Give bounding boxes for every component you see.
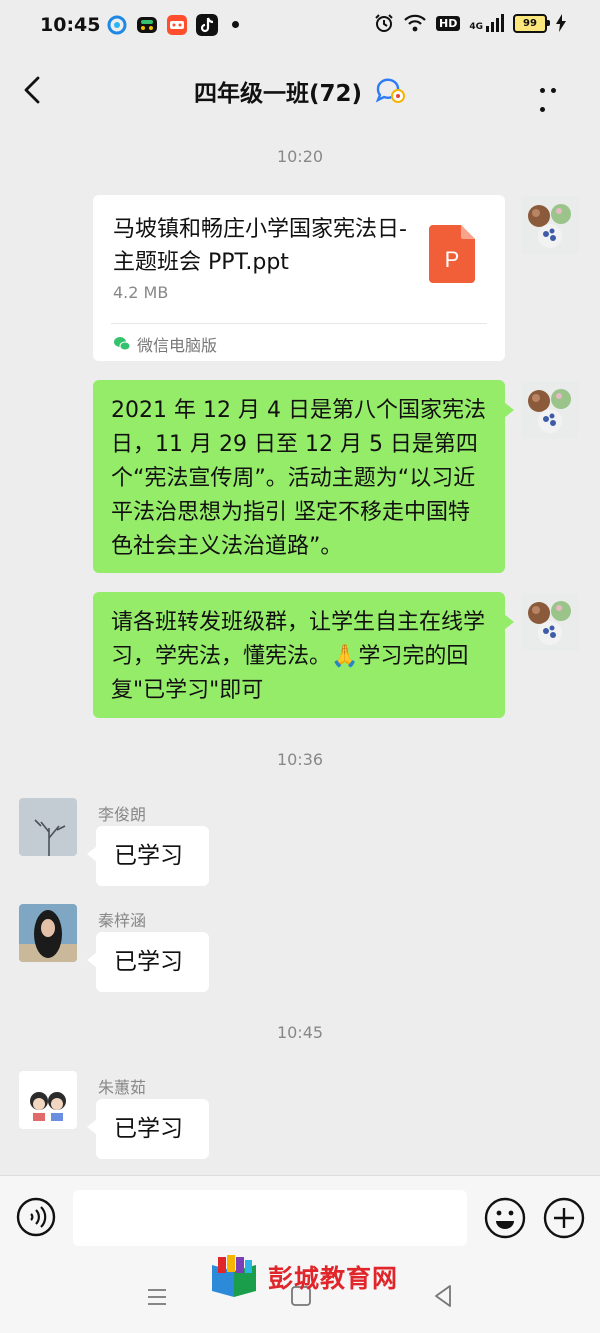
cellular-signal-icon: 4G	[469, 14, 504, 32]
my-avatar[interactable]	[521, 381, 579, 439]
my-avatar[interactable]	[521, 593, 579, 651]
contact-text-message[interactable]: 已学习	[87, 826, 209, 886]
contact-avatar[interactable]	[19, 1071, 77, 1129]
battery-icon: 99	[513, 13, 550, 33]
my-avatar[interactable]	[521, 196, 579, 254]
contact-avatar[interactable]	[19, 798, 77, 856]
video-app-icon	[137, 17, 157, 33]
nav-menu-icon[interactable]	[145, 1285, 169, 1309]
watermark-text: 彭城教育网	[268, 1264, 399, 1293]
ppt-file-icon: P	[429, 225, 475, 283]
plus-icon[interactable]	[543, 1197, 585, 1239]
status-bar: 10:45 HD 4G 99	[0, 0, 600, 54]
contact-text-message[interactable]: 已学习	[87, 932, 209, 992]
chat-header: 四年级一班(72)	[0, 54, 600, 126]
my-text-message[interactable]: 请各班转发班级群，让学生自主在线学习，学宪法，懂宪法。🙏学习完的回复"已学习"即…	[93, 592, 514, 718]
sender-name: 李俊朗	[98, 805, 147, 824]
my-text-message[interactable]: 2021 年 12 月 4 日是第八个国家宪法日，11 月 29 日至 12 月…	[93, 380, 514, 573]
input-bar	[0, 1175, 600, 1264]
message-input[interactable]	[73, 1190, 467, 1246]
shopping-app-icon	[167, 15, 187, 35]
wechat-pc-icon	[114, 337, 131, 351]
alarm-icon	[375, 14, 393, 32]
nav-back-icon[interactable]	[432, 1283, 454, 1309]
sender-name: 朱蕙茹	[98, 1078, 147, 1097]
charging-icon	[556, 14, 566, 32]
notification-dot	[232, 21, 239, 28]
watermark: 彭城教育网	[208, 1252, 398, 1302]
emoji-icon[interactable]	[484, 1197, 526, 1239]
file-message-card[interactable]: 马坡镇和畅庄小学国家宪法日-主题班会 PPT.ppt 4.2 MB P 微信电脑…	[93, 195, 505, 361]
more-dots-icon[interactable]	[540, 78, 572, 112]
group-chat-icon[interactable]	[374, 77, 406, 105]
hd-icon: HD	[436, 15, 461, 31]
voice-icon[interactable]	[16, 1197, 56, 1237]
sender-name: 秦梓涵	[98, 911, 147, 930]
file-name: 马坡镇和畅庄小学国家宪法日-主题班会 PPT.ppt	[113, 217, 407, 275]
contact-avatar[interactable]	[19, 904, 77, 962]
status-time: 10:45	[40, 14, 101, 36]
timestamp: 10:20	[276, 147, 324, 166]
wifi-icon	[404, 14, 426, 32]
file-size: 4.2 MB	[113, 283, 169, 302]
chat-title[interactable]: 四年级一班(72)	[194, 81, 362, 107]
watermark-logo-icon	[212, 1255, 256, 1297]
timestamp: 10:45	[276, 1023, 324, 1042]
contact-text-message[interactable]: 已学习	[87, 1099, 209, 1159]
file-type-letter: P	[445, 247, 460, 272]
file-source-label: 微信电脑版	[137, 336, 218, 355]
tiktok-icon	[196, 14, 218, 36]
timestamp: 10:36	[276, 750, 324, 769]
browser-icon	[107, 15, 127, 35]
